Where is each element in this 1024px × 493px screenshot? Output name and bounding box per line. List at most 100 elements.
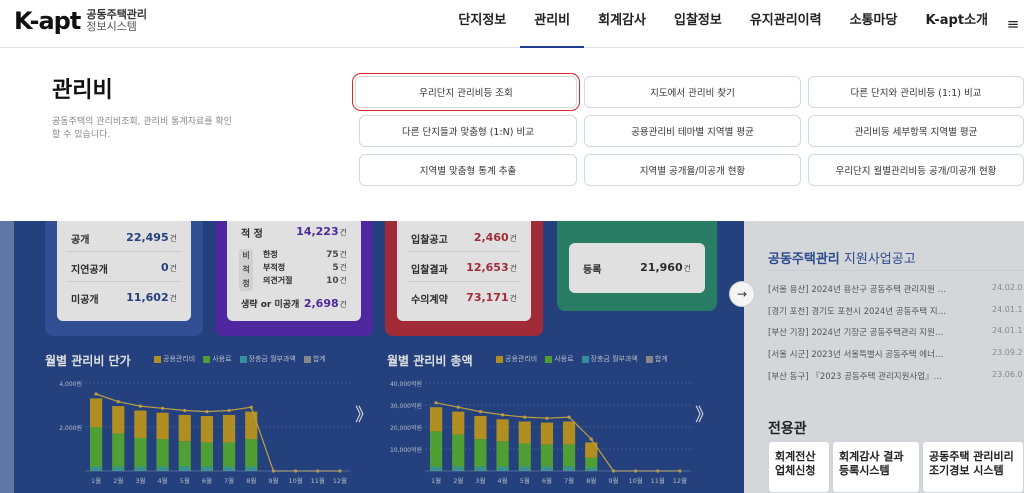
x-tick-label: 11월 [311, 476, 325, 485]
total-point [589, 437, 593, 441]
bar-reserve [246, 466, 257, 471]
bar-usage [429, 431, 443, 471]
x-tick-label: 9월 [268, 476, 278, 485]
bar-usage [134, 438, 147, 471]
dropdown-title: 관리비 [52, 78, 113, 103]
total-line [95, 393, 340, 472]
x-tick-label: 1월 [431, 476, 441, 485]
menu-our-danji-fee[interactable]: 우리단지 관리비등 조회 [352, 73, 580, 111]
bar-usage [89, 427, 103, 471]
x-tick-label: 10월 [288, 476, 302, 485]
menu-theme-region-avg[interactable]: 공용관리비 테마별 지역별 평균 [584, 115, 801, 147]
x-tick-label: 5월 [180, 476, 190, 485]
hamburger-menu-icon[interactable]: ≡ [1002, 0, 1024, 48]
legend-item: 사용료 [203, 354, 232, 364]
bar-common [178, 414, 191, 442]
total-point [434, 401, 438, 405]
bar-common [496, 419, 509, 442]
dedicated-audit-button[interactable]: 회계감사 결과 등록시스템 [832, 441, 920, 493]
bar-usage [496, 441, 509, 471]
dedicated-alert-button[interactable]: 공동주택 관리비리 조기경보 시스템 [922, 441, 1024, 493]
x-tick-label: 4월 [498, 476, 508, 485]
chart-next-chevron-icon-2[interactable]: 》 [695, 401, 713, 427]
y-tick-label: 2,000원 [59, 424, 82, 432]
menu-monthly-disclosure[interactable]: 우리단지 월별관리비등 공개/미공개 현황 [808, 154, 1024, 186]
menu-map-fee[interactable]: 지도에서 관리비 찾기 [584, 76, 801, 108]
nav-maintenance[interactable]: 유지관리이력 [736, 0, 836, 48]
menu-detail-region-avg[interactable]: 관리비등 세부항목 지역별 평균 [808, 115, 1024, 147]
bar-common [429, 407, 443, 432]
bar-common [156, 412, 169, 440]
bar-reserve [201, 466, 213, 471]
total-line [435, 402, 680, 472]
notice-item[interactable]: [경기 포천] 경기도 포천시 2024년 공동주택 지… 24.01.1 [768, 305, 1024, 317]
total-point [138, 404, 143, 408]
nav-danji[interactable]: 단지정보 [444, 0, 520, 48]
notice-item[interactable]: [부산 동구] 『2023 공동주택 관리지원사업』… 23.06.0 [768, 370, 1024, 382]
chart-title-unit-price: 월별 관리비 단가 [45, 354, 131, 368]
y-tick-label: 20,000억원 [390, 424, 422, 432]
bar-reserve [430, 466, 442, 471]
total-fee-chart: 40,000억원 30,000억원 20,000억원 10,000억원 1월 2월 3월 4월… [390, 380, 691, 485]
chart-next-chevron-icon[interactable]: 》 [355, 401, 373, 427]
bar-reserve [157, 466, 168, 471]
bar-reserve [541, 466, 553, 471]
unit-price-chart: 4,000원 2,000원 1월 2월 3월 4월 5월 6월 7월 8월 9월 10월 11월 12월 [59, 380, 351, 485]
total-point [160, 406, 165, 410]
logo[interactable]: K-apt 공동주택관리 정보시스템 [14, 7, 147, 35]
dropdown-description: 공동주택의 관리비조회, 관리비 통계자료를 확인 할 수 있습니다. [52, 117, 232, 140]
x-tick-label: 5월 [520, 476, 530, 485]
top-header: K-apt 공동주택관리 정보시스템 단지정보 관리비 회계감사 입찰정보 유지… [0, 0, 1024, 48]
y-tick-label: 30,000억원 [390, 402, 422, 410]
x-tick-label: 8월 [586, 476, 596, 485]
menu-disclosure-rate[interactable]: 지역별 공개율/미공개 현황 [584, 154, 801, 186]
logo-sub-line2: 정보시스템 [86, 20, 137, 33]
bar-reserve [519, 466, 530, 471]
menu-compare-1to1[interactable]: 다른 단지와 관리비등 (1:1) 비교 [808, 76, 1024, 108]
total-point [478, 410, 483, 414]
legend-item: 공용관리비 [154, 354, 195, 364]
menu-region-stats[interactable]: 지역별 맞춤형 통계 추출 [359, 154, 577, 186]
nav-audit[interactable]: 회계감사 [584, 0, 660, 48]
menu-compare-1toN[interactable]: 다른 단지들과 맞춤형 (1:N) 비교 [359, 115, 577, 147]
total-point [567, 415, 571, 419]
notice-item[interactable]: [서울 시군] 2023년 서울특별시 공동주택 에너… 23.09.2 [768, 348, 1024, 360]
inappropriate-tag: 비 적 정 [239, 249, 253, 291]
bar-reserve [90, 466, 102, 471]
dashboard-edge [0, 221, 14, 493]
gwanlibi-dropdown-panel: 관리비 공동주택의 관리비조회, 관리비 통계자료를 확인 할 수 있습니다. … [0, 48, 1024, 221]
nav-bidding[interactable]: 입찰정보 [660, 0, 736, 48]
bar-reserve [586, 467, 597, 471]
x-tick-label: 1월 [91, 476, 101, 485]
y-tick-label: 4,000원 [59, 380, 82, 388]
legend-item: 합계 [303, 354, 326, 364]
registration-card: 등록 21,960건 [557, 221, 717, 311]
nav-gwanlibi[interactable]: 관리비 [520, 0, 585, 48]
bar-usage [452, 434, 465, 471]
total-point [227, 408, 231, 413]
x-tick-label: 3월 [135, 476, 145, 485]
total-point [500, 413, 505, 417]
x-tick-label: 12월 [673, 476, 687, 485]
bar-reserve [223, 466, 235, 471]
nav-community[interactable]: 소통마당 [836, 0, 912, 48]
x-tick-label: 7월 [564, 476, 574, 485]
x-tick-label: 7월 [224, 476, 234, 485]
bar-usage [178, 441, 191, 471]
legend-item: 공용관리비 [496, 354, 537, 364]
next-arrow-icon[interactable]: → [729, 281, 755, 307]
legend-item: 장충금 월부과액 [581, 354, 638, 364]
dedicated-accounting-button[interactable]: 회계전산 업체신청 [768, 441, 830, 493]
total-point [456, 405, 460, 409]
logo-text: K-apt [14, 7, 81, 35]
notice-item[interactable]: [서울 용산] 2024년 용산구 공동주택 관리지원 … 24.02.0 [768, 283, 1024, 295]
x-tick-label: 9월 [608, 476, 618, 485]
notice-section-title: 공동주택관리 지원사업공고 [768, 252, 916, 267]
notice-item[interactable]: [부산 기장] 2024년 기장군 공동주택관리 지원… 24.01.1 [768, 326, 1024, 338]
legend-item: 사용료 [545, 354, 574, 364]
bar-common [200, 416, 214, 443]
legend-item: 장충금 월부과액 [239, 354, 296, 364]
nav-about[interactable]: K-apt소개 [911, 0, 1002, 48]
chart-title-total: 월별 관리비 총액 [387, 354, 473, 368]
bar-reserve [135, 466, 146, 471]
